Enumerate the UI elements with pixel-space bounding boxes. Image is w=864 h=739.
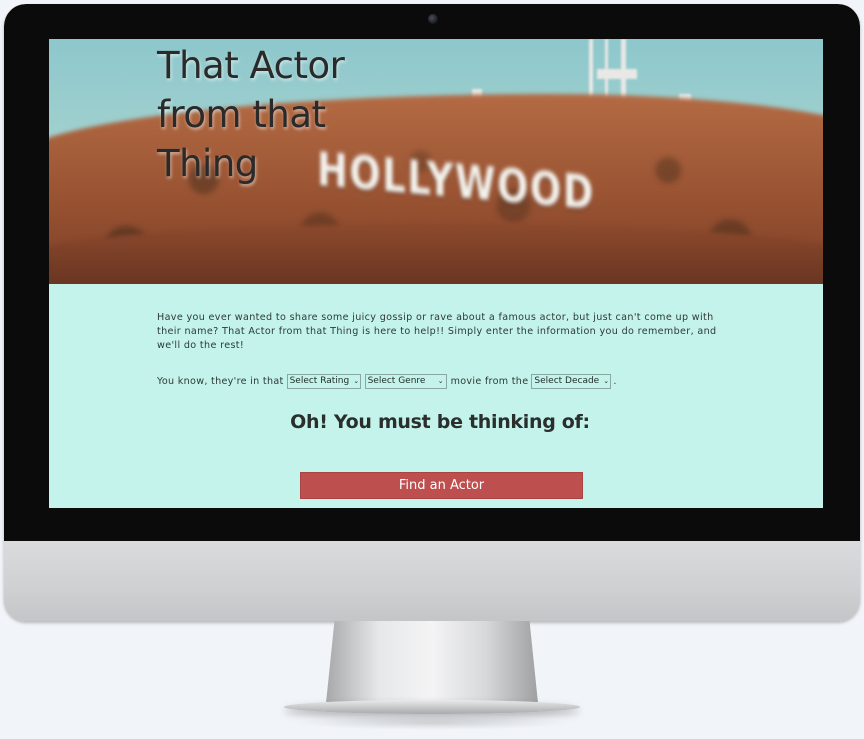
rating-select[interactable]: Select Rating ⌄ — [286, 373, 361, 389]
hero-banner: HOLLYWOOD That Actor from that Thing — [49, 39, 823, 284]
chevron-down-icon: ⌄ — [437, 377, 444, 385]
chevron-down-icon: ⌄ — [603, 377, 610, 385]
camera-icon — [428, 14, 438, 24]
genre-select[interactable]: Select Genre ⌄ — [364, 373, 447, 389]
site-title: That Actor from that Thing — [157, 41, 397, 188]
sentence-middle: movie from the — [450, 375, 529, 387]
monitor-chin — [4, 541, 860, 621]
result-heading: Oh! You must be thinking of: — [290, 411, 590, 433]
intro-paragraph: Have you ever wanted to share some juicy… — [157, 312, 717, 351]
genre-select-value: Select Genre — [367, 376, 426, 386]
monitor-stand-base — [284, 700, 580, 714]
monitor-frame: HOLLYWOOD That Actor from that Thing Hav… — [4, 4, 860, 621]
browser-viewport: HOLLYWOOD That Actor from that Thing Hav… — [49, 39, 823, 508]
rating-select-value: Select Rating — [289, 376, 350, 386]
sentence-prefix: You know, they're in that — [157, 375, 284, 387]
site-title-line: from that — [157, 93, 326, 136]
search-sentence: You know, they're in that Select Rating … — [157, 373, 617, 389]
chevron-down-icon: ⌄ — [353, 377, 360, 385]
sentence-suffix: . — [613, 375, 617, 387]
decade-select[interactable]: Select Decade ⌄ — [531, 373, 612, 389]
radio-tower-structure — [597, 69, 637, 79]
hero-foreground — [49, 224, 823, 284]
stand-shadow — [292, 716, 572, 730]
find-actor-button[interactable]: Find an Actor — [300, 472, 583, 499]
monitor-stand — [326, 621, 538, 703]
site-title-line: That Actor — [157, 44, 345, 87]
site-title-line: Thing — [157, 142, 258, 185]
decade-select-value: Select Decade — [534, 376, 600, 386]
